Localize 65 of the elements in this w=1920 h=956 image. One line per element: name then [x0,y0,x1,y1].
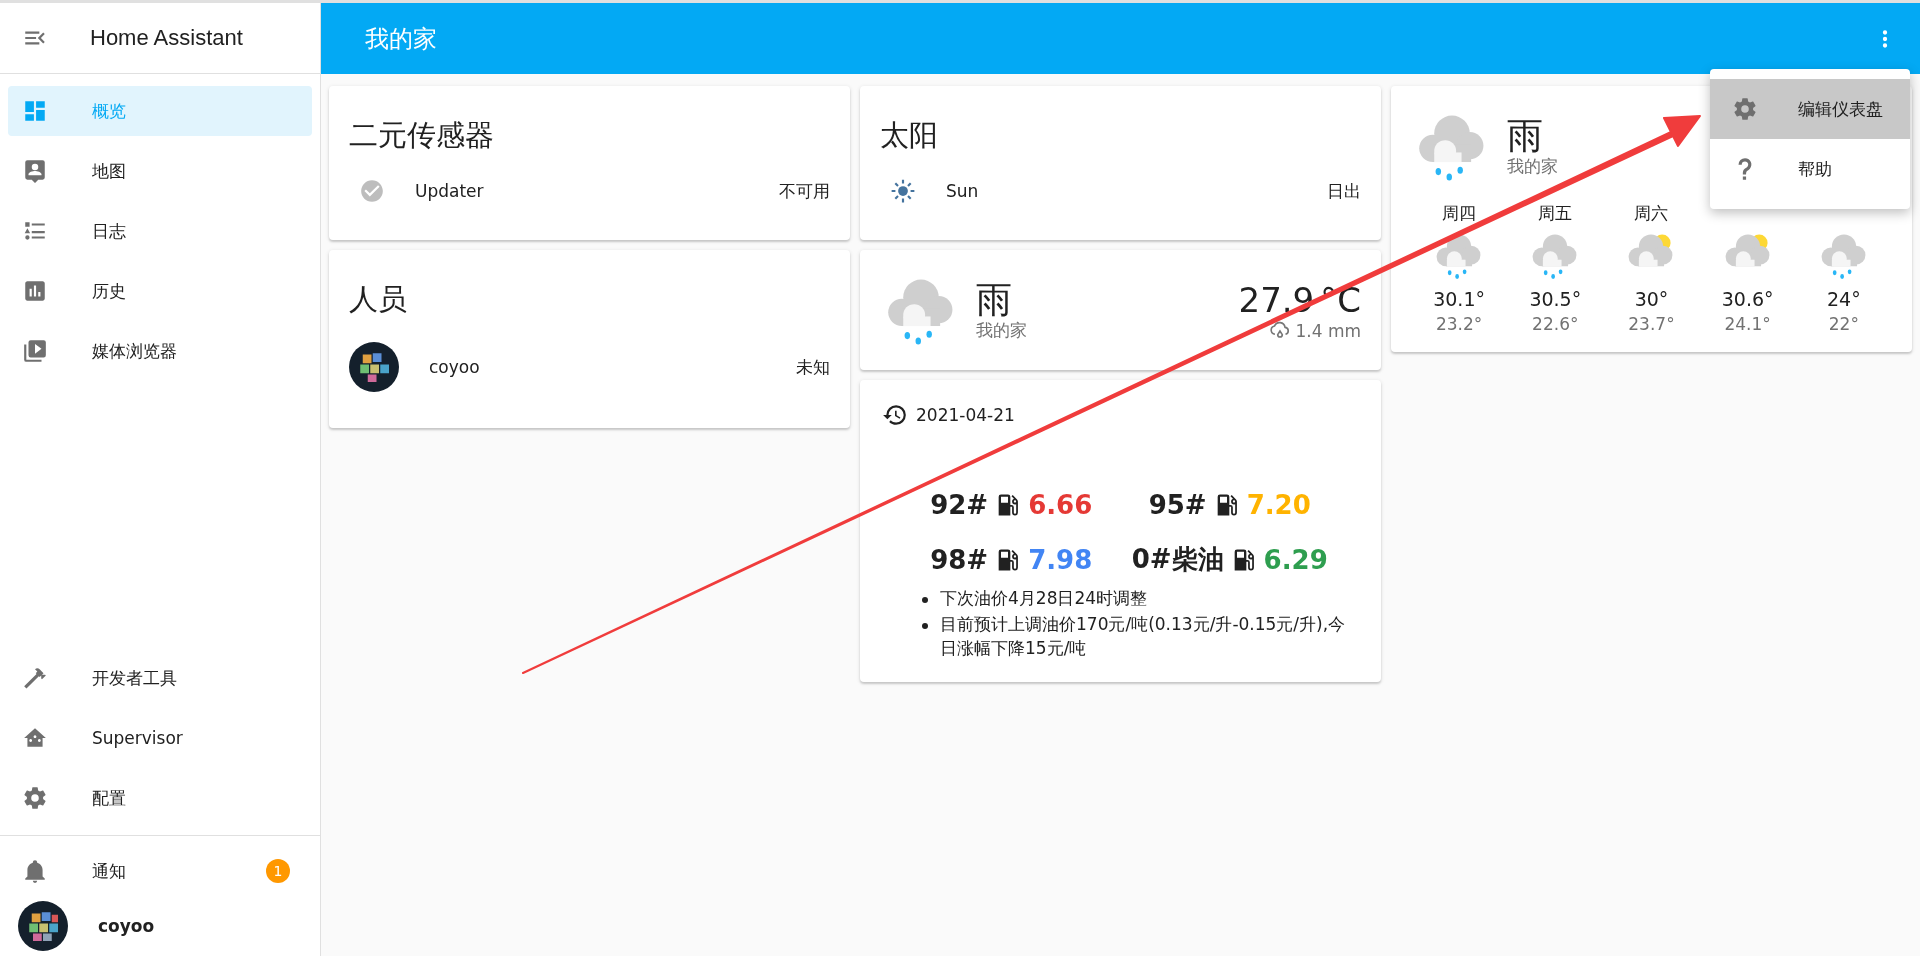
forecast-high: 30° [1634,288,1669,310]
forecast-high: 24° [1827,288,1861,310]
forecast-day: 周四 [1442,202,1477,224]
forecast-day: 周五 [1538,202,1573,224]
forecast-high: 30.1° [1433,288,1485,310]
settings-icon [22,785,48,811]
note-text: 目前预计上调油价170元/吨(0.13元/升-0.15元/升),今日涨幅下降15元/吨 [940,612,1347,660]
forecast-high: 30.5° [1529,288,1582,310]
fuel-price: 6.29 [1263,544,1328,575]
sidebar-item[interactable]: 开发者工具 [8,653,312,703]
sidebar-item[interactable]: Supervisor [8,713,312,763]
fuel-grade: 95# [1148,490,1207,520]
entity-name: coyoo [429,357,481,377]
sidebar-item[interactable]: 媒体浏览器 [8,326,312,376]
entity-state: 日出 [1327,179,1361,203]
forecast-low: 23.7° [1628,314,1675,334]
weather-location: 我的家 [1507,155,1558,179]
fuel-grade: 0#柴油 [1131,543,1224,576]
fuel-grade: 92# [930,490,989,520]
forecast-low: 22° [1828,314,1859,334]
weather-condition: 雨 [976,279,1012,320]
entity-state: 不可用 [779,179,830,203]
fuel-price: 7.98 [1028,544,1093,575]
note-text: 下次油价4月28日24时调整 [940,587,1148,610]
dashboard-icon [22,98,48,124]
fuel-price: 6.66 [1028,490,1093,520]
app-title: Home Assistant [90,25,243,51]
entity-name: Updater [415,181,485,201]
bullet-icon [922,597,928,603]
card-title: 二元传感器 [348,117,495,154]
fuel-grade: 98# [930,544,989,575]
card-title: 人员 [348,281,408,318]
history-icon [882,402,908,428]
sidebar-item[interactable]: 地图 [8,146,312,196]
entity-state: 未知 [796,355,830,379]
check-icon [359,178,385,204]
hammer-icon [22,665,48,691]
forecast-day: 周六 [1634,202,1669,224]
notifications-item[interactable]: 通知 1 [8,846,312,896]
entity-name: Sun [946,181,980,201]
fuel-price: 7.20 [1246,490,1311,520]
map-icon [22,158,48,184]
precipitation: 1.4 mm [1295,321,1361,341]
bell-icon [22,858,48,884]
sidebar-item[interactable]: 配置 [8,773,312,823]
forecast-low: 22.6° [1532,314,1579,334]
sun-icon [890,178,916,204]
media-icon [22,338,48,364]
card-title: 太阳 [879,117,939,154]
sidebar-item[interactable]: 日志 [8,206,312,256]
forecast-low: 24.1° [1724,314,1771,334]
update-date: 2021-04-21 [916,405,1015,425]
forecast-low: 23.2° [1435,314,1483,334]
chart-icon [22,278,48,304]
weather-condition: 雨 [1507,115,1543,156]
sidebar-item[interactable]: 历史 [8,266,312,316]
user-item[interactable]: coyoo [8,896,312,956]
notification-count: 1 [266,859,290,883]
menu-item[interactable]: 帮助 [1710,139,1910,199]
bullet-icon [922,622,928,629]
weather-location: 我的家 [976,319,1027,343]
settings-icon [1732,96,1758,122]
forecast-high: 30.6° [1721,288,1774,310]
menu-item[interactable]: 编辑仪表盘 [1710,79,1910,139]
page-title: 我的家 [365,23,437,55]
